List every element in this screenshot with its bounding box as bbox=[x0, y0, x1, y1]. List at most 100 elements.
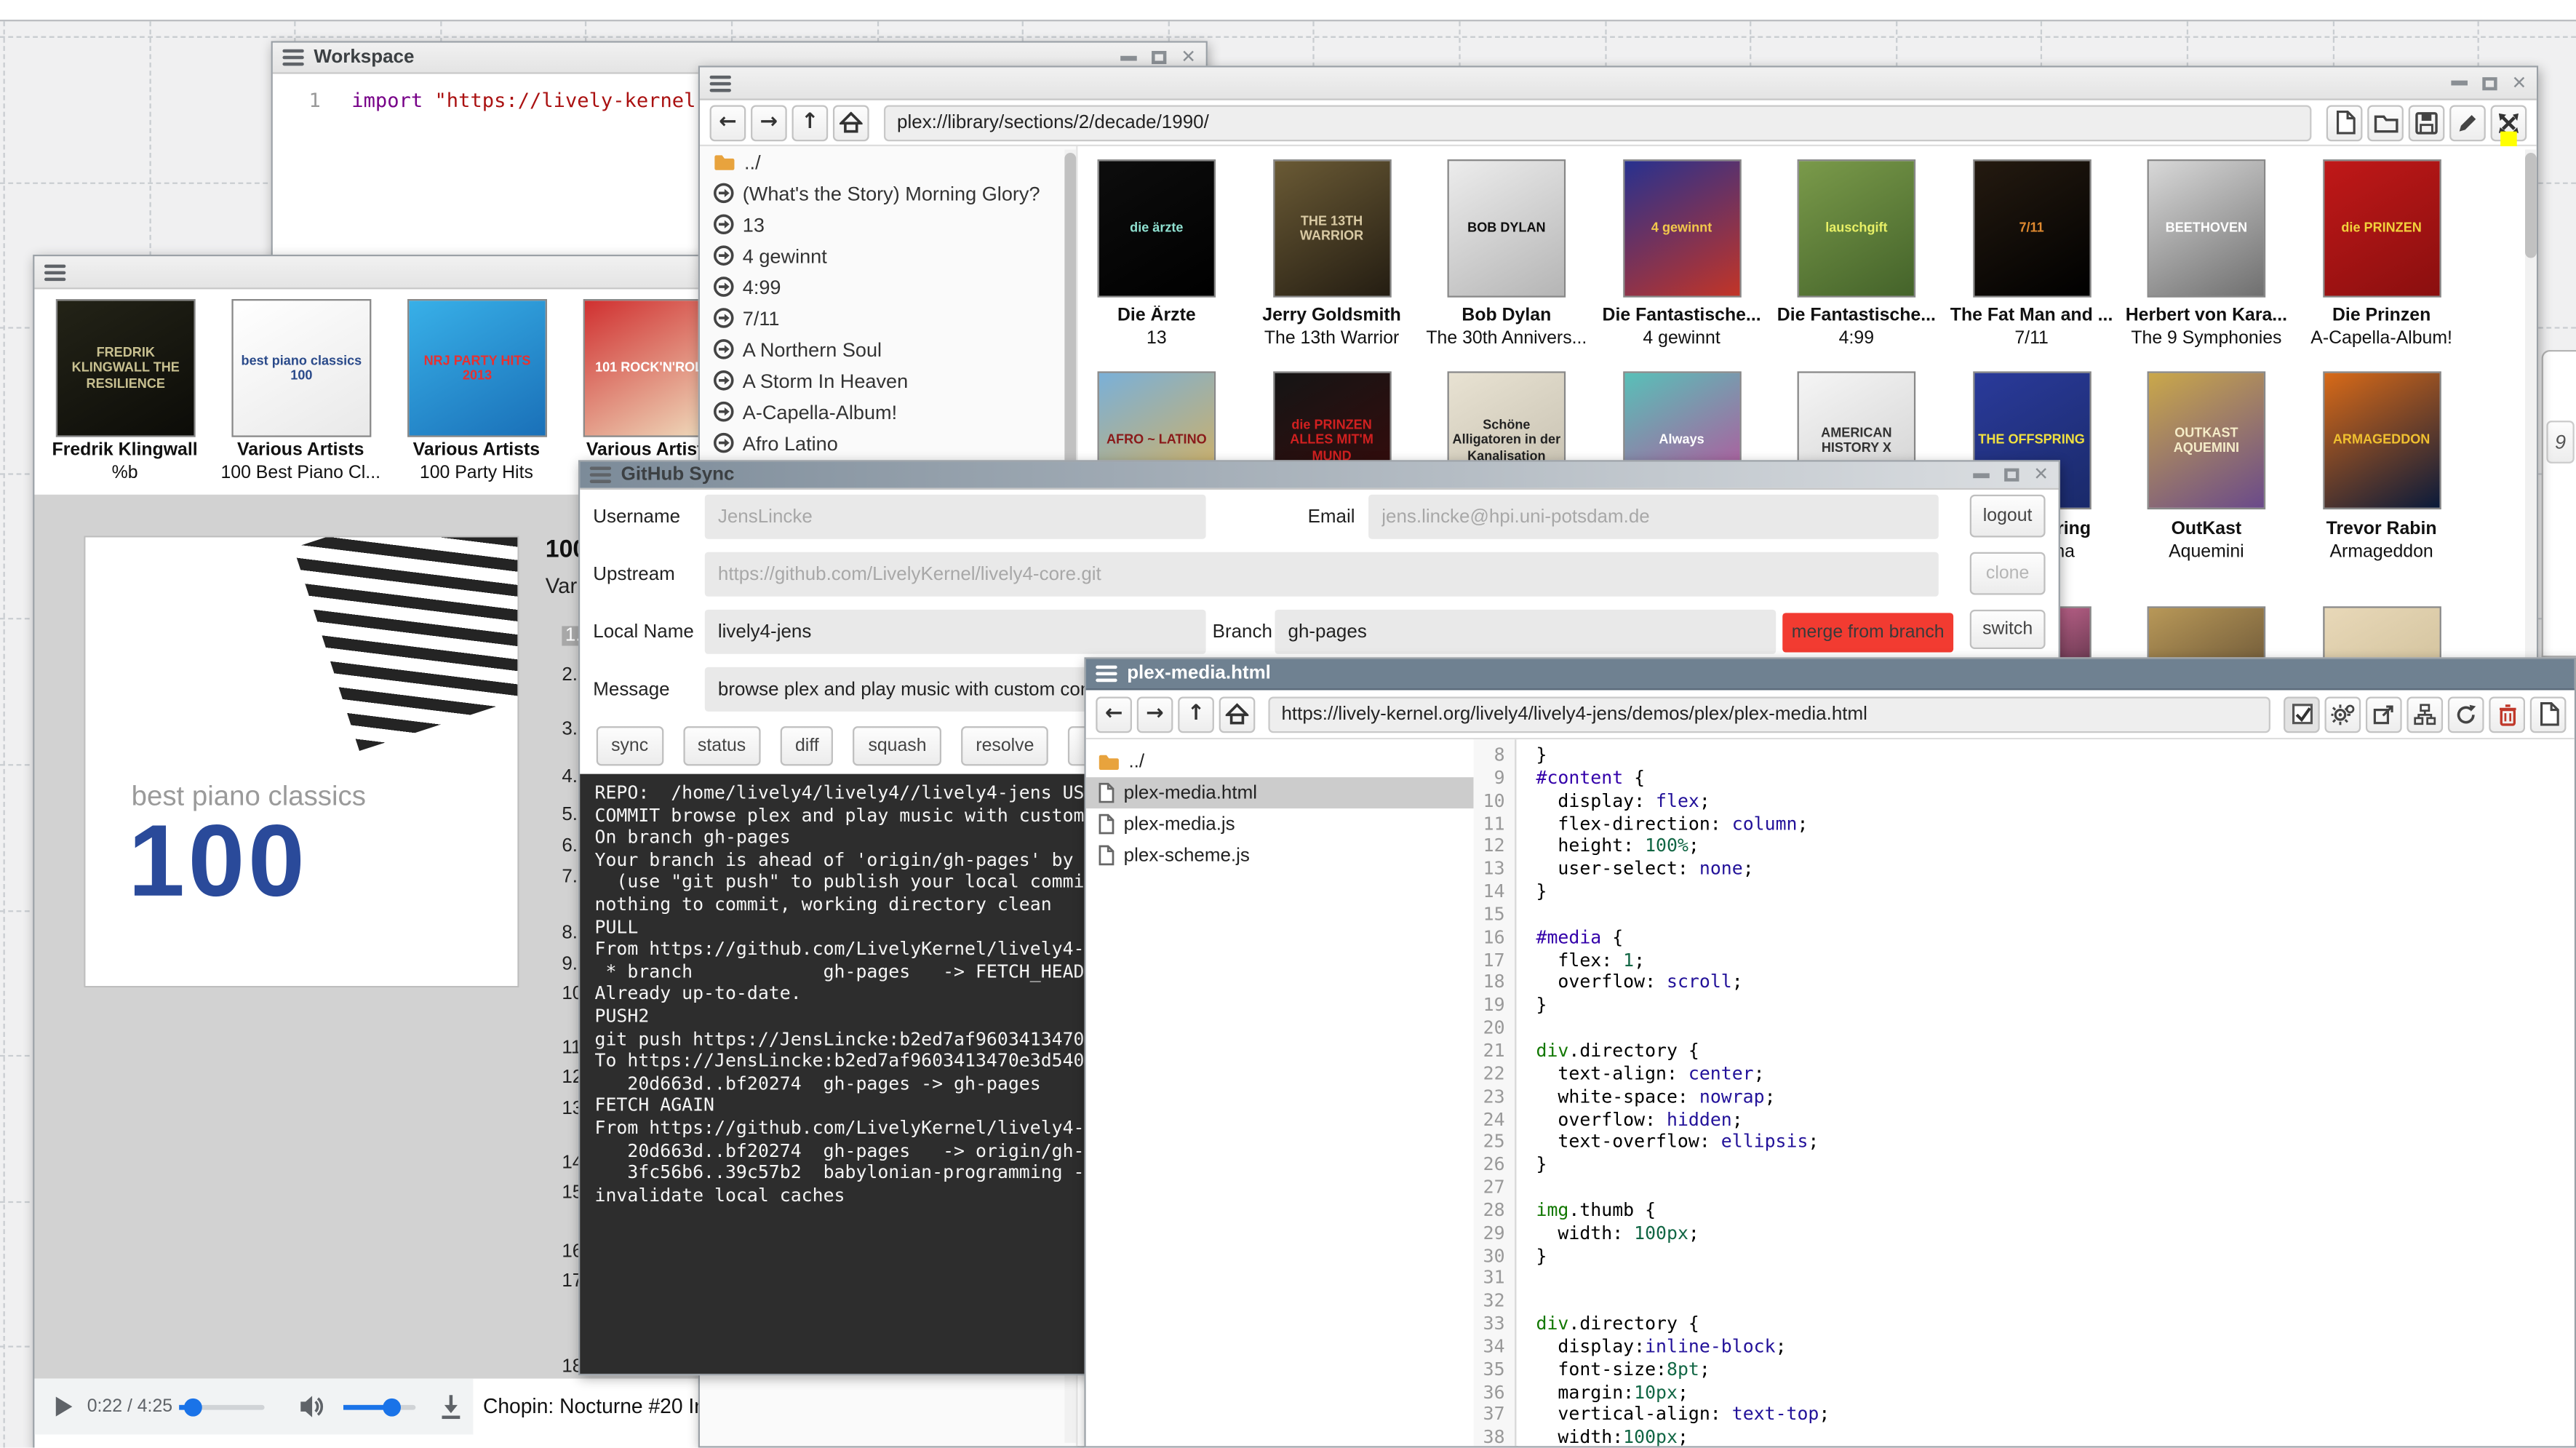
line-number: 33 bbox=[1474, 1313, 1515, 1336]
file-icon bbox=[1098, 845, 1116, 866]
address-bar[interactable] bbox=[884, 104, 2311, 140]
back-icon[interactable]: ← bbox=[1096, 696, 1132, 732]
up-icon[interactable]: ↑ bbox=[792, 104, 829, 140]
minimize-icon[interactable] bbox=[2451, 81, 2468, 86]
maximize-icon[interactable] bbox=[2482, 76, 2497, 89]
sync-button[interactable]: sync bbox=[597, 726, 663, 765]
menu-icon[interactable] bbox=[44, 263, 65, 280]
home-icon[interactable] bbox=[1219, 696, 1256, 732]
maximize-icon[interactable] bbox=[2004, 469, 2019, 482]
file-list-item[interactable]: plex-media.html bbox=[1086, 777, 1474, 808]
circle-arrow-icon bbox=[713, 244, 734, 266]
settings-gears-icon[interactable] bbox=[2324, 696, 2361, 732]
email-field[interactable] bbox=[1368, 495, 1939, 539]
code-editor[interactable]: }#content { display: flex; flex-directio… bbox=[1518, 739, 2575, 1446]
minimize-icon[interactable] bbox=[1973, 472, 1990, 477]
volume-icon[interactable] bbox=[299, 1393, 325, 1420]
sidebar-item[interactable]: ../ bbox=[700, 146, 1076, 178]
clone-button[interactable]: clone bbox=[1970, 552, 2046, 595]
up-icon[interactable]: ↑ bbox=[1178, 696, 1214, 732]
merge-from-branch-button[interactable]: merge from branch bbox=[1782, 613, 1953, 652]
refresh-icon[interactable] bbox=[2448, 696, 2484, 732]
folder-icon[interactable] bbox=[2367, 104, 2404, 140]
line-number: 31 bbox=[1474, 1268, 1515, 1290]
sidebar-item[interactable]: A-Capella-Album! bbox=[700, 396, 1076, 427]
code-line: vertical-align: text-top; bbox=[1536, 1404, 2575, 1427]
resolve-button[interactable]: resolve bbox=[961, 726, 1049, 765]
line-number: 29 bbox=[1474, 1222, 1515, 1245]
checkbox-icon[interactable] bbox=[2284, 696, 2320, 732]
album-title-label: Armageddon bbox=[2294, 542, 2468, 562]
new-file-icon[interactable] bbox=[2326, 104, 2363, 140]
logout-button[interactable]: logout bbox=[1970, 495, 2046, 538]
piano-keys-art bbox=[293, 536, 519, 751]
new-file-icon[interactable] bbox=[2530, 696, 2567, 732]
address-bar[interactable] bbox=[1268, 696, 2270, 732]
album-cover[interactable]: die ärzte bbox=[1098, 159, 1216, 298]
sidebar-item[interactable]: 13 bbox=[700, 209, 1076, 240]
editor-titlebar[interactable]: plex-media.html bbox=[1086, 659, 2575, 691]
album-cover[interactable]: THE 13TH WARRIOR bbox=[1272, 159, 1391, 298]
album-art-text: NRJ PARTY HITS 2013 bbox=[409, 350, 545, 387]
menu-icon[interactable] bbox=[590, 466, 611, 483]
close-icon[interactable]: ✕ bbox=[2511, 75, 2527, 92]
delete-trash-icon[interactable] bbox=[2489, 696, 2525, 732]
sidebar-item[interactable]: 7/11 bbox=[700, 303, 1076, 334]
diff-button[interactable]: diff bbox=[781, 726, 834, 765]
github-titlebar[interactable]: GitHub Sync ✕ bbox=[580, 462, 2058, 490]
edit-pencil-icon[interactable] bbox=[2449, 104, 2486, 140]
album-cover-large[interactable]: best piano classics 100 bbox=[84, 536, 519, 987]
local-name-field[interactable] bbox=[705, 610, 1206, 654]
plex-titlebar[interactable]: ✕ bbox=[700, 68, 2537, 100]
minimize-icon[interactable] bbox=[1120, 55, 1137, 60]
album-cover[interactable]: NRJ PARTY HITS 2013 bbox=[407, 299, 547, 437]
sidebar-item[interactable]: 4:99 bbox=[700, 271, 1076, 303]
switch-button[interactable]: switch bbox=[1970, 610, 2046, 649]
file-list-item[interactable]: plex-media.js bbox=[1086, 808, 1474, 840]
branch-field[interactable] bbox=[1275, 610, 1776, 654]
back-icon[interactable]: ← bbox=[710, 104, 746, 140]
download-icon[interactable] bbox=[439, 1393, 463, 1420]
code-line bbox=[1536, 1177, 2575, 1199]
file-list-item[interactable]: plex-scheme.js bbox=[1086, 840, 1474, 871]
line-number: 13 bbox=[1474, 858, 1515, 880]
menu-icon[interactable] bbox=[710, 75, 731, 92]
save-icon[interactable] bbox=[2409, 104, 2445, 140]
sidebar-item[interactable]: (What's the Story) Morning Glory? bbox=[700, 178, 1076, 209]
sidebar-item-label: A-Capella-Album! bbox=[743, 400, 897, 423]
close-icon[interactable]: ✕ bbox=[1181, 49, 1196, 66]
album-cover[interactable]: 7/11 bbox=[1972, 159, 2091, 298]
sidebar-item[interactable]: 4 gewinnt bbox=[700, 240, 1076, 271]
maximize-icon[interactable] bbox=[1152, 51, 1166, 64]
album-cover[interactable]: FREDRIK KLINGWALL THE RESILIENCE bbox=[56, 299, 196, 437]
album-cover[interactable]: BOB DYLAN bbox=[1448, 159, 1566, 298]
album-cover[interactable]: lauschgift bbox=[1798, 159, 1916, 298]
sidebar-item-label: A Storm In Heaven bbox=[743, 369, 908, 392]
menu-icon[interactable] bbox=[282, 49, 303, 66]
album-cover[interactable]: OUTKAST AQUEMINI bbox=[2148, 371, 2266, 509]
status-button[interactable]: status bbox=[683, 726, 761, 765]
open-external-icon[interactable] bbox=[2366, 696, 2402, 732]
close-icon[interactable]: ✕ bbox=[2033, 466, 2049, 483]
file-list-item[interactable]: ../ bbox=[1086, 746, 1474, 777]
volume-handle[interactable] bbox=[383, 1399, 401, 1417]
forward-icon[interactable]: → bbox=[1137, 696, 1173, 732]
menu-icon[interactable] bbox=[1096, 666, 1117, 683]
sidebar-item[interactable]: A Northern Soul bbox=[700, 333, 1076, 365]
seek-handle[interactable] bbox=[184, 1399, 202, 1417]
forward-icon[interactable]: → bbox=[751, 104, 787, 140]
album-cover[interactable]: die PRINZEN bbox=[2322, 159, 2441, 298]
album-cover[interactable]: BEETHOVEN bbox=[2148, 159, 2266, 298]
album-cover[interactable]: 4 gewinnt bbox=[1622, 159, 1741, 298]
upstream-field[interactable] bbox=[705, 552, 1939, 597]
album-cover[interactable]: ARMAGEDDON bbox=[2322, 371, 2441, 509]
album-cover[interactable]: best piano classics 100 bbox=[231, 299, 371, 437]
background-button-fragment[interactable]: 9 bbox=[2546, 421, 2574, 464]
play-icon[interactable] bbox=[52, 1395, 73, 1418]
sidebar-item[interactable]: Afro Latino bbox=[700, 427, 1076, 458]
home-icon[interactable] bbox=[833, 104, 869, 140]
squash-button[interactable]: squash bbox=[853, 726, 941, 765]
sitemap-icon[interactable] bbox=[2406, 696, 2443, 732]
sidebar-item[interactable]: A Storm In Heaven bbox=[700, 365, 1076, 396]
username-field[interactable] bbox=[705, 495, 1206, 539]
